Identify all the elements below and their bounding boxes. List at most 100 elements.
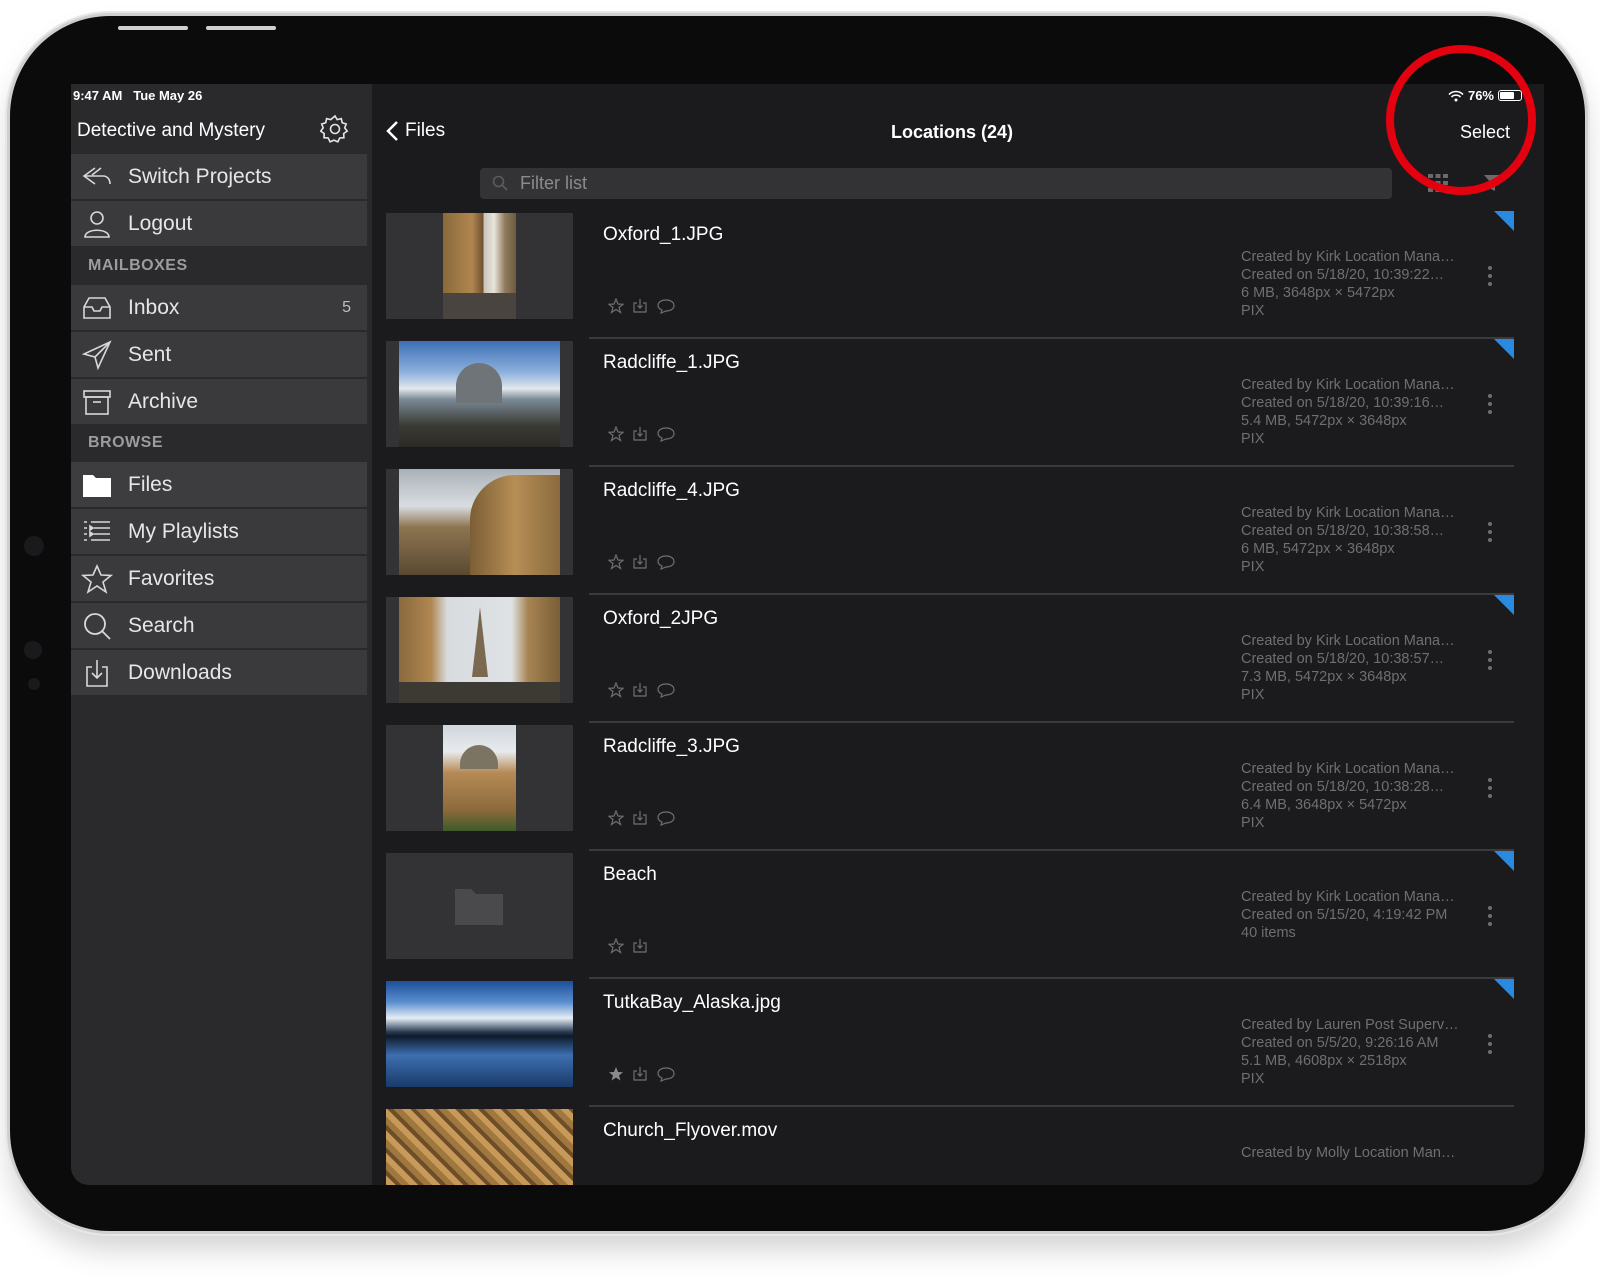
meta-line: Created by Kirk Location Mana… [1241,633,1455,649]
file-row[interactable]: TutkaBay_Alaska.jpg Created by Lauren Pos… [386,979,1514,1107]
sidebar-item-files[interactable]: Files [71,462,367,507]
file-row[interactable]: Radcliffe_1.JPG Created by Kirk Location … [386,339,1514,467]
file-row[interactable]: Oxford_1.JPG Created by Kirk Location Man… [386,211,1514,339]
file-name: Radcliffe_1.JPG [603,352,740,373]
thumbnail[interactable] [386,853,573,959]
file-meta: Created by Kirk Location Mana… Created on… [1241,504,1455,576]
thumbnail[interactable] [386,981,573,1087]
star-filled-icon[interactable] [608,1066,624,1082]
download-icon[interactable] [632,298,648,314]
comment-icon[interactable] [656,810,676,826]
download-icon [86,660,108,687]
meta-line: PIX [1241,815,1265,831]
sidebar-item-switch-projects[interactable]: Switch Projects [71,154,367,199]
meta-line: 6 MB, 5472px × 3648px [1241,541,1395,557]
row-actions [608,938,648,954]
meta-line: Created on 5/18/20, 10:38:28… [1241,779,1445,795]
meta-line: 5.4 MB, 5472px × 3648px [1241,413,1407,429]
comment-icon[interactable] [656,1066,676,1082]
new-item-flag [1494,595,1514,615]
annotation-circle [1386,45,1536,195]
file-name: Church_Flyover.mov [603,1120,778,1141]
ipad-frame: 9:47 AM Tue May 26 Detective and Mystery… [10,16,1585,1231]
thumbnail[interactable] [386,1109,573,1185]
file-meta: Created by Kirk Location Mana… Created on… [1241,248,1455,320]
sidebar-item-sent[interactable]: Sent [71,332,367,377]
switch-projects-icon [82,167,111,185]
meta-line: Created on 5/18/20, 10:38:58… [1241,523,1445,539]
row-actions [608,426,676,442]
paper-plane-icon [81,340,112,370]
file-row[interactable]: Beach Created by Kirk Location Mana… Creat… [386,851,1514,979]
user-icon [84,211,110,238]
folder-icon [455,889,503,925]
more-options-icon[interactable] [1487,905,1493,927]
sidebar-item-logout[interactable]: Logout [71,201,367,246]
download-icon[interactable] [632,810,648,826]
file-row[interactable]: Oxford_2JPG Created by Kirk Location Mana… [386,595,1514,723]
meta-line: PIX [1241,431,1265,447]
project-title: Detective and Mystery [77,120,265,141]
star-icon[interactable] [608,938,624,954]
sidebar-item-label: Files [128,473,173,496]
archive-box-icon [83,390,111,415]
download-icon[interactable] [632,1066,648,1082]
meta-line: Created by Kirk Location Mana… [1241,377,1455,393]
meta-line: Created on 5/18/20, 10:39:22… [1241,267,1445,283]
star-icon[interactable] [608,554,624,570]
file-meta: Created by Kirk Location Mana… Created on… [1241,632,1455,704]
comment-icon[interactable] [656,426,676,442]
star-icon[interactable] [608,426,624,442]
sensor [24,641,42,659]
meta-line: Created by Kirk Location Mana… [1241,889,1455,905]
meta-line: PIX [1241,303,1265,319]
download-icon[interactable] [632,426,648,442]
more-options-icon[interactable] [1487,777,1493,799]
sidebar-item-inbox[interactable]: Inbox 5 [71,285,367,330]
download-icon[interactable] [632,682,648,698]
sidebar-item-favorites[interactable]: Favorites [71,556,367,601]
new-item-flag [1494,211,1514,231]
download-icon[interactable] [632,938,648,954]
filter-placeholder: Filter list [520,173,587,193]
main-panel: 76% Files Locations (24) Select Filter l… [372,84,1544,1185]
comment-icon[interactable] [656,554,676,570]
thumbnail[interactable] [386,341,573,447]
comment-icon[interactable] [656,682,676,698]
star-icon[interactable] [608,298,624,314]
download-icon[interactable] [632,554,648,570]
sidebar-item-label: Switch Projects [128,165,272,188]
page-title: Locations (24) [890,122,1014,142]
meta-line: PIX [1241,687,1265,703]
more-options-icon[interactable] [1487,649,1493,671]
row-actions [608,554,676,570]
star-icon [81,564,113,594]
thumbnail[interactable] [386,725,573,831]
more-options-icon[interactable] [1487,1033,1493,1055]
star-icon[interactable] [608,810,624,826]
sidebar-item-my-playlists[interactable]: My Playlists [71,509,367,554]
file-name: Oxford_1.JPG [603,224,724,245]
more-options-icon[interactable] [1487,265,1493,287]
gear-icon[interactable] [320,114,350,144]
sidebar-item-archive[interactable]: Archive [71,379,367,424]
filter-input[interactable]: Filter list [480,168,1392,199]
meta-line: PIX [1241,1071,1265,1087]
file-row[interactable]: Radcliffe_3.JPG Created by Kirk Location … [386,723,1514,851]
sidebar-item-search[interactable]: Search [71,603,367,648]
volume-button [206,26,276,30]
thumbnail[interactable] [386,469,573,575]
status-time: 9:47 AM Tue May 26 [73,88,202,103]
file-row[interactable]: Radcliffe_4.JPG Created by Kirk Location … [386,467,1514,595]
star-icon[interactable] [608,682,624,698]
more-options-icon[interactable] [1487,521,1493,543]
file-meta: Created by Kirk Location Mana… Created on… [1241,760,1455,832]
sidebar-item-downloads[interactable]: Downloads [71,650,367,695]
more-options-icon[interactable] [1487,393,1493,415]
meta-line: Created by Lauren Post Superv… [1241,1017,1459,1033]
thumbnail[interactable] [386,597,573,703]
thumbnail[interactable] [386,213,573,319]
comment-icon[interactable] [656,298,676,314]
file-row[interactable]: Church_Flyover.mov Created by Molly Locat… [386,1107,1514,1185]
new-item-flag [1494,339,1514,359]
